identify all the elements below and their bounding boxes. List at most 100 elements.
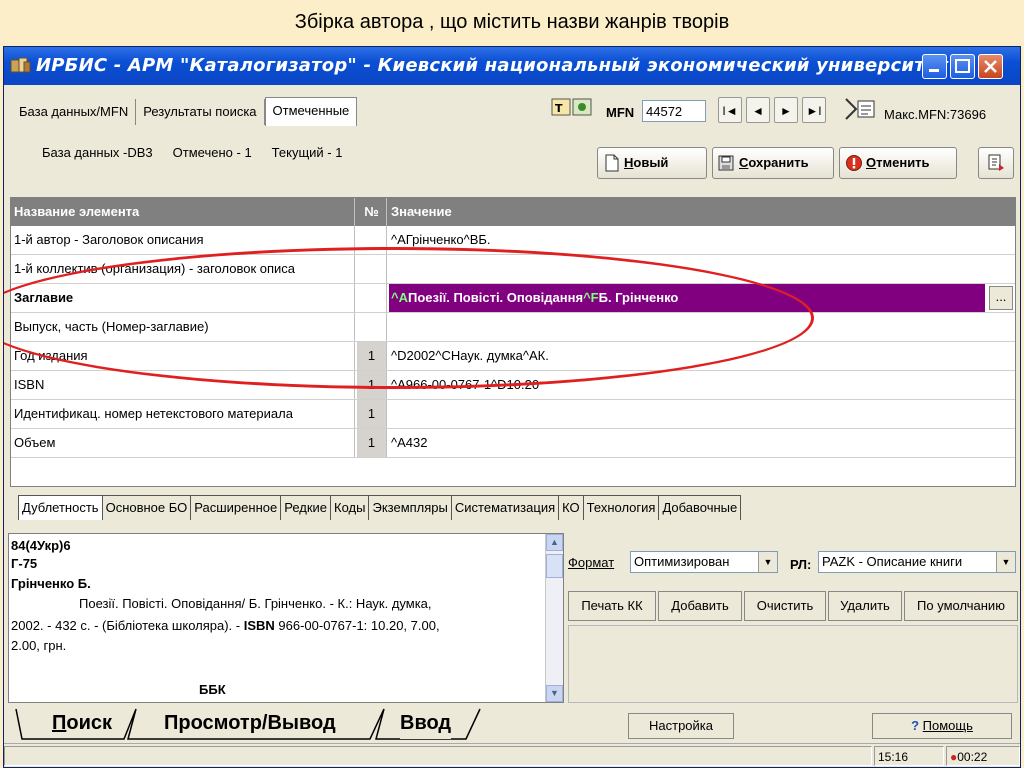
field-name: Идентификац. номер нетекстового материал… xyxy=(11,400,355,428)
save-record-button[interactable]: Сохранить xyxy=(712,147,834,179)
clear-button[interactable]: Очистить xyxy=(744,591,826,621)
default-button[interactable]: По умолчанию xyxy=(904,591,1018,621)
field-name: ISBN xyxy=(11,371,355,399)
mode-tab-input[interactable]: Ввод xyxy=(400,707,452,739)
tab-additional[interactable]: Добавочные xyxy=(658,495,742,520)
format-panel: Формат Оптимизирован ▼ РЛ: PAZK - Описани… xyxy=(566,533,1020,703)
field-number xyxy=(357,284,387,312)
close-icon xyxy=(984,60,997,73)
current-status: Текущий - 1 xyxy=(271,145,343,160)
prev-record-button[interactable]: ◄ xyxy=(746,97,770,123)
table-row[interactable]: Идентификац. номер нетекстового материал… xyxy=(11,400,1015,429)
field-number xyxy=(357,255,387,283)
worksheet-tabs: Дублетность Основное БО Расширенное Редк… xyxy=(18,495,742,521)
field-name: Год издания xyxy=(11,342,355,370)
field-value[interactable]: ^AПоезії. Повісті. Оповідання^FБ. Грінче… xyxy=(389,284,985,312)
title-bar[interactable]: ИРБИС - АРМ "Каталогизатор" - Киевский н… xyxy=(4,47,1020,85)
cancel-record-button[interactable]: Отменить xyxy=(839,147,957,179)
close-button[interactable] xyxy=(978,54,1003,79)
header-value: Значение xyxy=(391,204,452,219)
tab-ko[interactable]: КО xyxy=(558,495,583,520)
session-timer: ●00:22 xyxy=(946,746,1020,766)
maximize-button[interactable] xyxy=(950,54,975,79)
field-value[interactable] xyxy=(389,313,1015,341)
tab-rare[interactable]: Редкие xyxy=(280,495,331,520)
preview-scrollbar[interactable]: ▲ ▼ xyxy=(545,534,563,702)
table-row[interactable]: Год издания 1 ^D2002^CНаук. думка^AК. xyxy=(11,342,1015,371)
field-number: 1 xyxy=(357,400,387,428)
format-select[interactable]: Оптимизирован ▼ xyxy=(630,551,778,573)
preview-bbk: ББК xyxy=(199,682,226,697)
mfn-input[interactable]: 44572 xyxy=(642,100,706,122)
tab-database-mfn[interactable]: База данных/MFN xyxy=(12,99,137,125)
table-row[interactable]: ISBN 1 ^A966-00-0767-1^D10.20 xyxy=(11,371,1015,400)
field-value[interactable]: ^A966-00-0767-1^D10.20 xyxy=(389,371,1015,399)
table-row-selected[interactable]: Заглавие ^AПоезії. Повісті. Оповідання^F… xyxy=(11,284,1015,313)
preview-imprint: 2002. - 432 с. - (Бібліотека школяра). -… xyxy=(11,618,440,633)
field-value[interactable]: ^AГрінченко^BБ. xyxy=(389,226,1015,254)
top-tabs: База данных/MFN Результаты поиска Отмече… xyxy=(12,97,358,126)
worksheet-select[interactable]: PAZK - Описание книги ▼ xyxy=(818,551,1016,573)
mode-tab-view-output[interactable]: Просмотр/Вывод xyxy=(164,707,336,739)
status-bar: 15:16 ●00:22 xyxy=(4,743,1020,767)
field-value[interactable] xyxy=(389,400,1015,428)
preview-udc: 84(4Укр)6 xyxy=(11,538,71,553)
table-row[interactable]: 1-й автор - Заголовок описания ^AГрінчен… xyxy=(11,226,1015,255)
edit-value-button[interactable]: ... xyxy=(989,286,1013,310)
mode-tabs: Поиск Просмотр/Вывод Ввод xyxy=(4,707,1020,741)
mark-icons[interactable]: T xyxy=(551,97,593,117)
marked-status: Отмечено - 1 xyxy=(172,145,252,160)
tab-search-results[interactable]: Результаты поиска xyxy=(136,99,265,125)
scroll-down-icon[interactable]: ▼ xyxy=(546,685,563,702)
mode-tab-search[interactable]: Поиск xyxy=(52,707,112,739)
grid-header: Название элемента № Значение xyxy=(11,198,1015,226)
minimize-icon xyxy=(929,69,939,72)
next-record-button[interactable]: ► xyxy=(774,97,798,123)
table-row[interactable]: Объем 1 ^A432 xyxy=(11,429,1015,458)
tab-extended[interactable]: Расширенное xyxy=(190,495,281,520)
print-card-button[interactable]: Печать КК xyxy=(568,591,656,621)
tab-marked[interactable]: Отмеченные xyxy=(264,97,358,126)
record-link-icon[interactable] xyxy=(842,95,878,123)
app-icon xyxy=(10,57,31,73)
format-label: Формат xyxy=(568,555,615,570)
header-number: № xyxy=(357,198,387,226)
field-number: 1 xyxy=(357,342,387,370)
clock: 15:16 xyxy=(874,746,944,766)
description-preview[interactable]: 84(4Укр)6 Г-75 Грінченко Б. Поезії. Пові… xyxy=(8,533,564,703)
tab-duplicates[interactable]: Дублетность xyxy=(18,495,102,520)
field-value[interactable] xyxy=(389,255,1015,283)
tab-technology[interactable]: Технология xyxy=(582,495,659,520)
delete-button[interactable]: Удалить xyxy=(828,591,902,621)
table-row[interactable]: 1-й коллектив (организация) - заголовок … xyxy=(11,255,1015,284)
minimize-button[interactable] xyxy=(922,54,947,79)
print-list-box[interactable] xyxy=(568,625,1018,703)
tab-codes[interactable]: Коды xyxy=(330,495,369,520)
maximize-icon xyxy=(955,59,970,73)
first-record-button[interactable]: I◄ xyxy=(718,97,742,123)
field-name: 1-й коллектив (организация) - заголовок … xyxy=(11,255,355,283)
tab-main-bo[interactable]: Основное БО xyxy=(101,495,191,520)
max-mfn: Макс.MFN:73696 xyxy=(884,107,987,122)
table-row[interactable]: Выпуск, часть (Номер-заглавие) xyxy=(11,313,1015,342)
new-document-icon xyxy=(605,154,619,172)
tab-classification[interactable]: Систематизация xyxy=(450,495,559,520)
field-number: 1 xyxy=(357,429,387,457)
last-record-button[interactable]: ►I xyxy=(802,97,826,123)
settings-button[interactable]: Настройка xyxy=(628,713,734,739)
add-button[interactable]: Добавить xyxy=(658,591,742,621)
record-toolbar: База данных/MFN Результаты поиска Отмече… xyxy=(4,85,1020,187)
export-button[interactable] xyxy=(978,147,1014,179)
scroll-up-icon[interactable]: ▲ xyxy=(546,534,563,551)
help-button[interactable]: ? Помощь xyxy=(872,713,1012,739)
field-value[interactable]: ^D2002^CНаук. думка^AК. xyxy=(389,342,1015,370)
slide-caption: Збірка автора , що містить назви жанрів … xyxy=(294,11,730,33)
field-value[interactable]: ^A432 xyxy=(389,429,1015,457)
new-record-button[interactable]: Новый xyxy=(597,147,707,179)
preview-price: 2.00, грн. xyxy=(11,638,67,653)
chevron-down-icon: ▼ xyxy=(758,552,777,572)
scroll-thumb[interactable] xyxy=(546,554,563,578)
window-title: ИРБИС - АРМ "Каталогизатор" - Киевский н… xyxy=(36,55,948,76)
tab-copies[interactable]: Экземпляры xyxy=(368,495,451,520)
preview-title: Поезії. Повісті. Оповідання/ Б. Грінченк… xyxy=(79,596,432,611)
